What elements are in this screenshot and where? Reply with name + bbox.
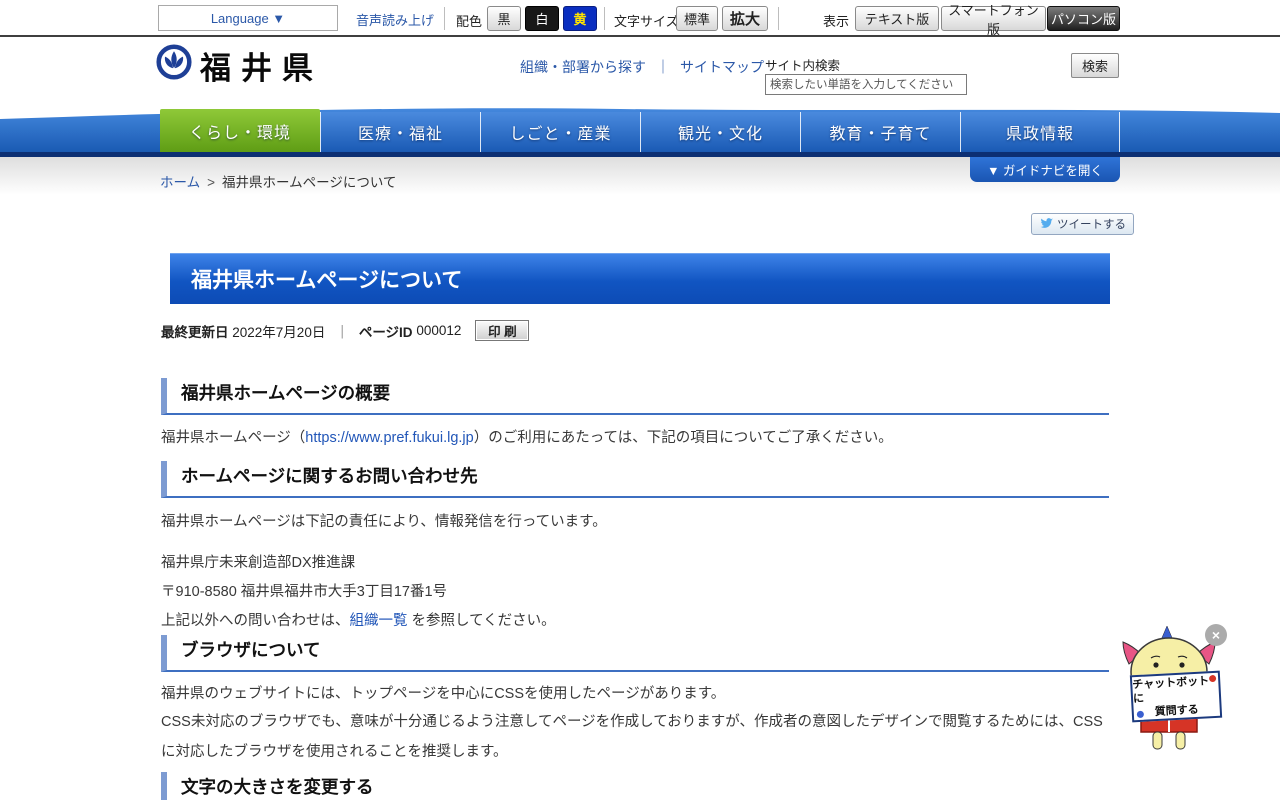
overview-text-after: ）のご利用にあたっては、下記の項目についてご了承ください。 xyxy=(473,430,893,446)
nav-tab-kanko-bunka[interactable]: 観光・文化 xyxy=(640,112,800,152)
tweet-button[interactable]: ツイートする xyxy=(1031,213,1134,235)
header-link-divider: ｜ xyxy=(656,59,670,75)
breadcrumb: ホーム > 福井県ホームページについて xyxy=(160,171,396,191)
color-scheme-label: 配色 xyxy=(456,14,483,29)
section-heading-contact: ホームページに関するお問い合わせ先 xyxy=(161,461,1109,498)
org-search-link[interactable]: 組織・部署から探す xyxy=(520,59,646,75)
page-title: 福井県ホームページについて xyxy=(170,253,1110,304)
contact-intro-paragraph: 福井県ホームページは下記の責任により、情報発信を行っています。 xyxy=(161,514,607,530)
homepage-url-link[interactable]: https://www.pref.fukui.lg.jp xyxy=(305,430,473,446)
overview-paragraph: 福井県ホームページ（https://www.pref.fukui.lg.jp）の… xyxy=(161,424,1109,453)
color-black-button[interactable]: 黒 xyxy=(487,6,521,31)
contact-dept: 福井県庁未来創造部DX推進課 xyxy=(161,555,356,571)
meta-divider: ｜ xyxy=(335,324,349,340)
contact-other-before: 上記以外への問い合わせは、 xyxy=(161,613,350,629)
nav-tab-kyoiku-kosodate[interactable]: 教育・子育て xyxy=(800,112,960,152)
view-smartphone-button[interactable]: スマートフォン版 xyxy=(941,3,1046,37)
updated-value: 2022年7月20日 xyxy=(232,324,326,340)
overview-text-before: 福井県ホームページ（ xyxy=(161,430,306,446)
chatbot-sign-line1: チャットボットに xyxy=(1132,674,1210,705)
toolbar-divider xyxy=(778,7,779,30)
site-search-label: サイト内検索 xyxy=(765,59,841,73)
sitemap-link[interactable]: サイトマップ xyxy=(680,59,764,75)
chatbot-close-icon[interactable]: × xyxy=(1205,624,1227,646)
contact-detail-paragraph: 福井県庁未来創造部DX推進課 〒910-8580 福井県福井市大手3丁目17番1… xyxy=(161,549,1109,636)
language-selector[interactable]: Language ▼ xyxy=(158,5,338,31)
page-id-label: ページID xyxy=(358,324,413,340)
print-button[interactable]: 印 刷 xyxy=(475,320,530,341)
updated-label: 最終更新日 xyxy=(161,324,229,340)
page-root: Language ▼ 音声読み上げ 配色 黒 白 黄 文字サイズ 標準 拡大 表… xyxy=(0,0,1280,800)
breadcrumb-separator: > xyxy=(207,175,215,190)
global-navigation: くらし・環境 医療・福祉 しごと・産業 観光・文化 教育・子育て 県政情報 xyxy=(0,103,1280,157)
toolbar-divider xyxy=(444,7,445,30)
section-heading-browser: ブラウザについて xyxy=(161,635,1109,672)
site-header: 福井県 組織・部署から探す ｜ サイトマップ サイト内検索 検索 xyxy=(0,39,1280,103)
color-white-button[interactable]: 白 xyxy=(525,6,559,31)
site-search-input[interactable] xyxy=(765,74,967,95)
header-links: 組織・部署から探す ｜ サイトマップ xyxy=(520,57,764,77)
view-pc-button[interactable]: パソコン版 xyxy=(1047,6,1120,31)
fukui-prefecture-logo-icon[interactable] xyxy=(156,44,192,80)
tweet-button-label: ツイートする xyxy=(1057,219,1126,231)
nav-tab-kurashi-kankyo[interactable]: くらし・環境 xyxy=(160,109,320,152)
view-text-button[interactable]: テキスト版 xyxy=(855,6,939,31)
site-title[interactable]: 福井県 xyxy=(200,43,323,88)
sign-decoration-dot xyxy=(1136,710,1145,719)
fontsize-large-button[interactable]: 拡大 xyxy=(722,6,768,31)
browser-paragraph-2: CSS未対応のブラウザでも、意味が十分通じるよう注意してページを作成しております… xyxy=(161,714,1103,760)
organization-list-link[interactable]: 組織一覧 xyxy=(350,613,408,629)
search-button[interactable]: 検索 xyxy=(1071,53,1119,78)
chatbot-open-button[interactable]: チャットボットに 質問する xyxy=(1129,670,1223,723)
nav-tab-shigoto-sangyo[interactable]: しごと・産業 xyxy=(480,112,640,152)
view-mode-label: 表示 xyxy=(823,14,850,29)
browser-paragraph-1: 福井県のウェブサイトには、トップページを中心にCSSを使用したページがあります。 xyxy=(161,686,726,702)
accessibility-toolbar: Language ▼ 音声読み上げ 配色 黒 白 黄 文字サイズ 標準 拡大 表… xyxy=(0,0,1280,37)
voice-readout-link[interactable]: 音声読み上げ xyxy=(356,10,434,29)
twitter-bird-icon xyxy=(1040,218,1053,228)
fontsize-label: 文字サイズ xyxy=(614,14,679,29)
section-heading-overview: 福井県ホームページの概要 xyxy=(161,378,1109,415)
nav-tabs: くらし・環境 医療・福祉 しごと・産業 観光・文化 教育・子育て 県政情報 xyxy=(160,109,1120,152)
section-heading-text-size: 文字の大きさを変更する xyxy=(161,772,1109,800)
breadcrumb-current: 福井県ホームページについて xyxy=(222,175,397,190)
color-yellow-button[interactable]: 黄 xyxy=(563,6,597,31)
guide-nav-open-button[interactable]: ▼ ガイドナビを開く xyxy=(970,157,1120,182)
chatbot-sign-line2: 質問する xyxy=(1154,703,1200,718)
contact-other-after: を参照してください。 xyxy=(407,613,556,629)
page-meta: 最終更新日 2022年7月20日 ｜ ページID 000012 印 刷 xyxy=(161,320,530,341)
nav-tab-iryo-fukushi[interactable]: 医療・福祉 xyxy=(320,112,480,152)
fontsize-standard-button[interactable]: 標準 xyxy=(676,6,718,31)
page-id-value: 000012 xyxy=(416,323,462,338)
contact-address: 〒910-8580 福井県福井市大手3丁目17番1号 xyxy=(161,584,448,600)
toolbar-divider xyxy=(604,7,605,30)
breadcrumb-home-link[interactable]: ホーム xyxy=(160,175,200,190)
nav-tab-kensei-joho[interactable]: 県政情報 xyxy=(960,112,1120,152)
